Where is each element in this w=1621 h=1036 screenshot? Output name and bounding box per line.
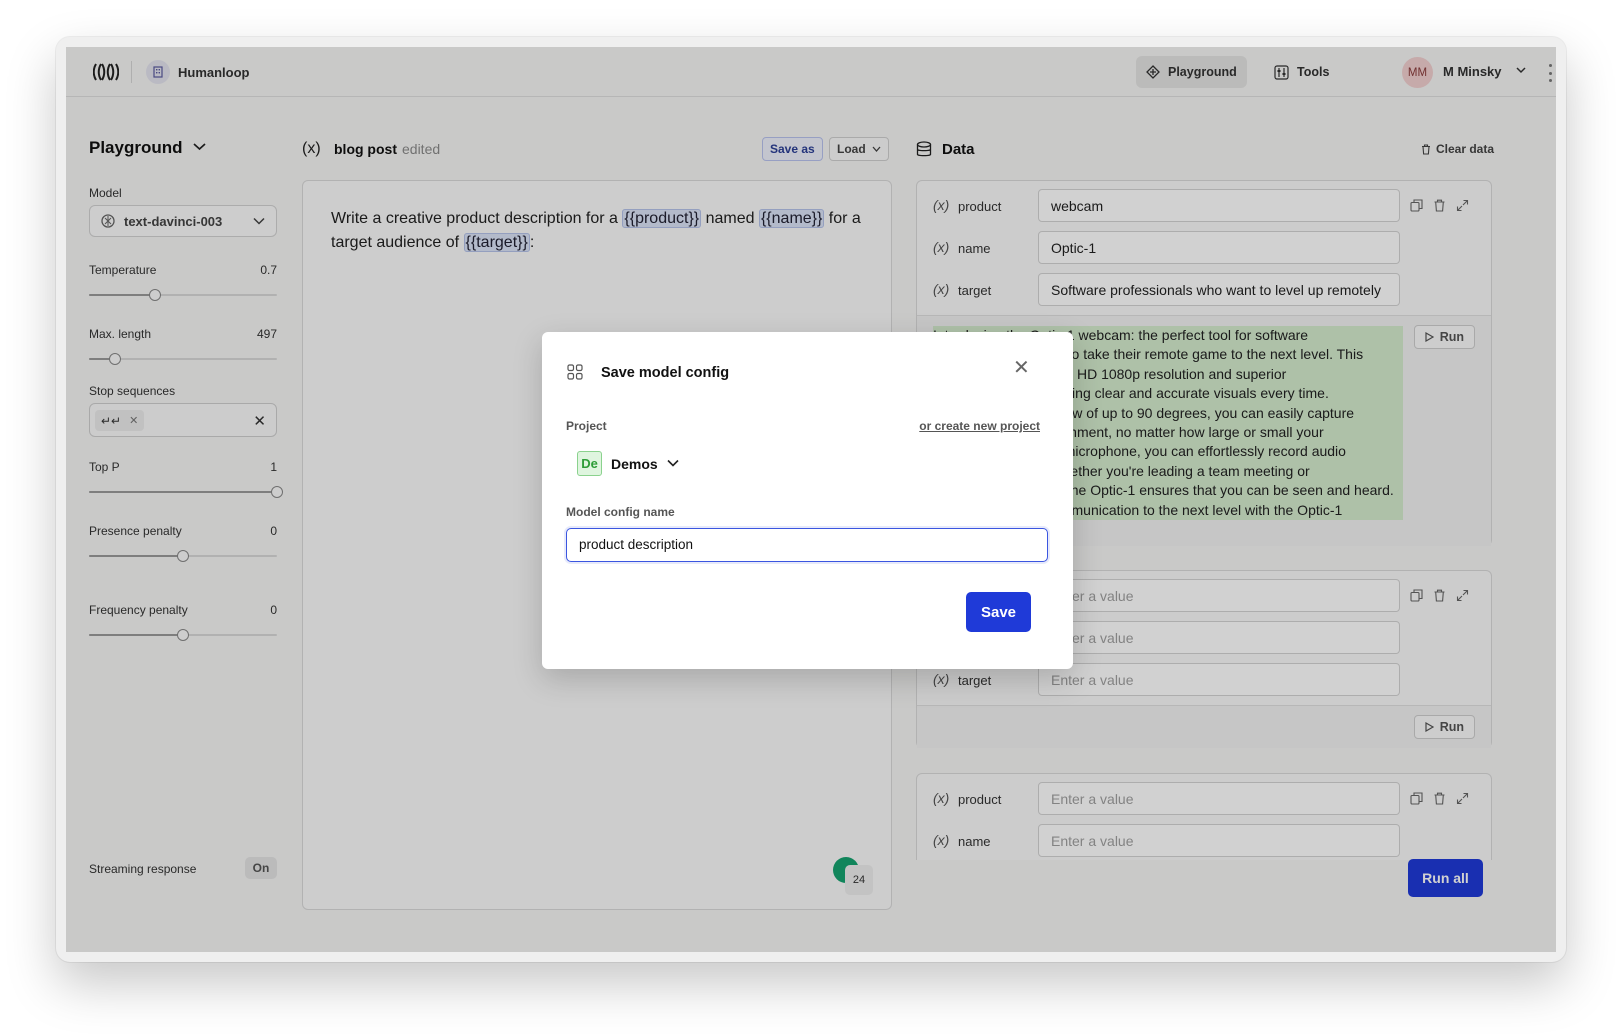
modal-title: Save model config xyxy=(601,365,730,381)
grid-icon xyxy=(567,364,583,380)
save-config-modal: Save model config ✕ Project or create ne… xyxy=(542,332,1073,669)
create-project-link[interactable]: or create new project xyxy=(919,419,1040,433)
app-window: Humanloop Playground Tools MM M Minsky P… xyxy=(56,37,1566,962)
project-badge: De xyxy=(577,451,602,476)
save-button[interactable]: Save xyxy=(966,592,1031,632)
project-label: Project xyxy=(566,419,607,433)
app-root: Humanloop Playground Tools MM M Minsky P… xyxy=(66,47,1556,952)
project-select[interactable]: Demos xyxy=(611,456,658,472)
config-name-input[interactable]: product description xyxy=(566,528,1048,562)
close-icon[interactable]: ✕ xyxy=(1013,355,1030,380)
chevron-down-icon[interactable] xyxy=(667,459,679,467)
config-name-label: Model config name xyxy=(566,505,675,519)
